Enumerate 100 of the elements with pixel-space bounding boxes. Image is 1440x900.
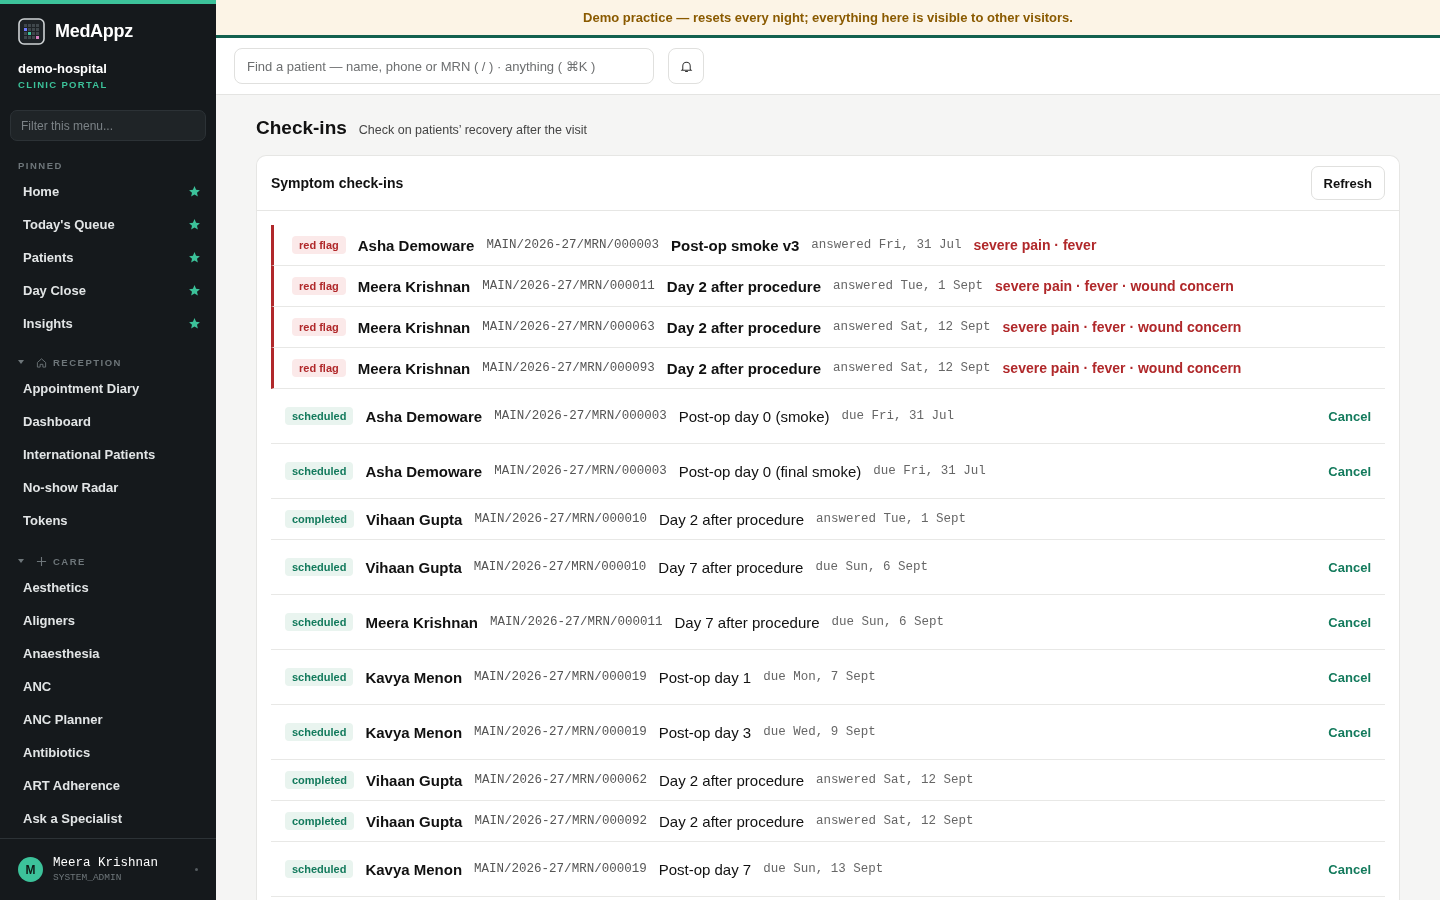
nav-item[interactable]: Anaesthesia <box>0 637 216 670</box>
cancel-button[interactable]: Cancel <box>1328 557 1371 577</box>
patient-mrn: MAIN/2026-27/MRN/000063 <box>482 320 655 334</box>
patient-name: Meera Krishnan <box>357 277 471 295</box>
star-icon[interactable] <box>188 317 201 330</box>
caret-icon[interactable] <box>18 558 24 564</box>
patient-name: Meera Krishnan <box>365 613 478 631</box>
checkin-row[interactable]: completed Vihaan Gupta MAIN/2026-27/MRN/000092 Day 2 after procedure answered Sat, 12 Sept <box>271 801 1385 842</box>
checkin-date: due Fri, 31 Jul <box>873 464 986 478</box>
patient-mrn: MAIN/2026-27/MRN/000010 <box>474 512 647 526</box>
symptom-flags: severe pain · fever · wound concern <box>1002 319 1242 335</box>
nav-item[interactable]: Aesthetics <box>0 571 216 604</box>
logo-icon <box>18 18 45 45</box>
patient-mrn: MAIN/2026-27/MRN/000003 <box>494 409 667 423</box>
checkin-row[interactable]: scheduled Vihaan Gupta MAIN/2026-27/MRN/000010 Day 7 after procedure due Sun, 6 Sept Cancel <box>271 540 1385 595</box>
status-badge: red flag <box>292 359 346 377</box>
status-badge: scheduled <box>285 860 354 878</box>
nav-item[interactable]: Home <box>23 184 60 199</box>
status-badge: scheduled <box>285 723 354 741</box>
star-icon[interactable] <box>188 185 201 198</box>
brand-name: MedAppz <box>55 21 133 42</box>
nav-item[interactable]: Patients <box>23 250 74 265</box>
patient-name: Meera Krishnan <box>357 318 471 336</box>
star-icon[interactable] <box>188 284 201 297</box>
nav-item[interactable]: Aligners <box>0 604 216 637</box>
status-badge: scheduled <box>285 407 354 425</box>
checkin-row[interactable]: red flag Meera Krishnan MAIN/2026-27/MRN/000093 Day 2 after procedure answered Sat, 12 Sept severe pain · fever · wound concern <box>271 348 1385 389</box>
checkin-title: Post-op day 1 <box>658 668 752 686</box>
cancel-button[interactable]: Cancel <box>1328 722 1371 742</box>
checkin-row[interactable]: scheduled Asha Demoware MAIN/2026-27/MRN/000003 Post-op day 0 (smoke) due Fri, 31 Jul Cancel <box>271 389 1385 444</box>
checkin-row[interactable]: scheduled Kavya Menon MAIN/2026-27/MRN/000019 Post-op day 3 due Wed, 9 Sept Cancel <box>271 705 1385 760</box>
nav-item[interactable]: Ask a Specialist <box>0 802 216 835</box>
cancel-button[interactable]: Cancel <box>1328 667 1371 687</box>
patient-mrn: MAIN/2026-27/MRN/000010 <box>473 560 647 574</box>
cancel-button[interactable]: Cancel <box>1328 406 1371 426</box>
patient-name: Kavya Menon <box>365 860 463 878</box>
cancel-button[interactable]: Cancel <box>1328 859 1371 879</box>
patient-mrn: MAIN/2026-27/MRN/000011 <box>482 279 655 293</box>
patient-name: Vihaan Gupta <box>366 771 463 789</box>
checkin-title: Post-op day 0 (final smoke) <box>678 462 862 480</box>
checkin-row[interactable]: scheduled Kavya Menon MAIN/2026-27/MRN/000019 Post-op day 1 due Mon, 7 Sept Cancel <box>271 650 1385 705</box>
nav-item[interactable]: Appointment Diary <box>0 372 216 405</box>
refresh-button[interactable]: Refresh <box>1310 166 1385 200</box>
checkin-row[interactable]: red flag Meera Krishnan MAIN/2026-27/MRN/000063 Day 2 after procedure answered Sat, 12 Sept severe pain · fever · wound concern <box>271 307 1385 348</box>
symptom-flags: severe pain · fever <box>973 237 1097 253</box>
star-icon[interactable] <box>188 251 201 264</box>
checkin-date: answered Sat, 12 Sept <box>833 361 991 375</box>
nav-item[interactable]: Insights <box>23 316 73 331</box>
nav-item[interactable]: ANC <box>0 670 216 703</box>
status-badge: scheduled <box>285 558 354 576</box>
card-title: Symptom check-ins <box>271 175 404 191</box>
checkin-title: Day 2 after procedure <box>658 812 805 830</box>
checkin-row[interactable]: red flag Meera Krishnan MAIN/2026-27/MRN/000011 Day 2 after procedure answered Tue, 1 Sept severe pain · fever · wound concern <box>271 266 1385 307</box>
caret-icon[interactable] <box>18 359 24 365</box>
checkin-date: due Sun, 6 Sept <box>815 560 928 574</box>
nav-item[interactable]: Dashboard <box>0 405 216 438</box>
checkin-row[interactable]: completed Vihaan Gupta MAIN/2026-27/MRN/000010 Day 2 after procedure answered Tue, 1 Sept <box>271 499 1385 540</box>
checkin-date: answered Sat, 12 Sept <box>816 814 974 828</box>
nav-item[interactable]: No-show Radar <box>0 471 216 504</box>
star-icon[interactable] <box>188 218 201 231</box>
nav-item[interactable]: ART Adherence <box>0 769 216 802</box>
checkin-title: Day 2 after procedure <box>666 277 822 295</box>
checkin-title: Day 2 after procedure <box>666 359 822 377</box>
checkin-date: due Mon, 7 Sept <box>763 670 876 684</box>
patient-name: Meera Krishnan <box>357 359 471 377</box>
organization-name: demo-hospital <box>17 60 108 76</box>
page-subtitle: Check on patients’ recovery after the visit <box>358 123 587 137</box>
status-badge: completed <box>285 510 354 528</box>
nav-item[interactable]: International Patients <box>0 438 216 471</box>
nav-item[interactable]: Today's Queue <box>23 217 115 232</box>
checkin-row[interactable]: scheduled Asha Demoware MAIN/2026-27/MRN/000003 Post-op day 0 (final smoke) due Fri, 31 Jul Cancel <box>271 444 1385 499</box>
checkin-title: Post-op smoke v3 <box>671 236 800 254</box>
checkin-title: Post-op day 0 (smoke) <box>678 407 830 425</box>
menu-filter-field[interactable]: Filter this menu... <box>10 110 206 141</box>
checkin-date: due Sun, 13 Sept <box>763 862 884 876</box>
section-label: CARE <box>53 555 86 567</box>
patient-mrn: MAIN/2026-27/MRN/000019 <box>474 862 647 876</box>
checkin-date: answered Sat, 12 Sept <box>816 773 974 787</box>
user-avatar[interactable]: M <box>18 857 43 882</box>
nav-item[interactable]: Day Close <box>23 283 86 298</box>
status-badge: scheduled <box>285 668 354 686</box>
checkin-row[interactable]: scheduled Meera Krishnan MAIN/2026-27/MRN/000011 Day 7 after procedure due Sun, 6 Sept Cancel <box>271 595 1385 650</box>
nav-item[interactable]: ANC Planner <box>0 703 216 736</box>
portal-label: CLINIC PORTAL <box>17 78 109 90</box>
user-name: Meera Krishnan <box>53 856 159 870</box>
search-field[interactable]: Find a patient — name, phone or MRN ( / ) · anything ( ⌘K ) <box>234 48 654 84</box>
nav-item[interactable]: Tokens <box>0 504 216 537</box>
menu-dot-icon[interactable] <box>195 868 198 871</box>
checkin-row[interactable]: completed Vihaan Gupta MAIN/2026-27/MRN/000062 Day 2 after procedure answered Sat, 12 Sept <box>271 760 1385 801</box>
cancel-button[interactable]: Cancel <box>1328 612 1371 632</box>
checkin-row[interactable]: red flag Asha Demoware MAIN/2026-27/MRN/000003 Post-op smoke v3 answered Fri, 31 Jul severe pain · fever <box>271 225 1385 266</box>
checkin-row[interactable]: scheduled Kavya Menon MAIN/2026-27/MRN/000019 Post-op day 7 due Sun, 13 Sept Cancel <box>271 842 1385 897</box>
notification-button[interactable] <box>668 48 704 84</box>
status-badge: completed <box>285 771 354 789</box>
page-title: Check-ins <box>256 117 347 139</box>
nav-item[interactable]: Antibiotics <box>0 736 216 769</box>
cancel-button[interactable]: Cancel <box>1328 461 1371 481</box>
checkin-date: answered Sat, 12 Sept <box>833 320 991 334</box>
checkin-title: Day 2 after procedure <box>666 318 822 336</box>
patient-mrn: MAIN/2026-27/MRN/000011 <box>489 615 663 629</box>
